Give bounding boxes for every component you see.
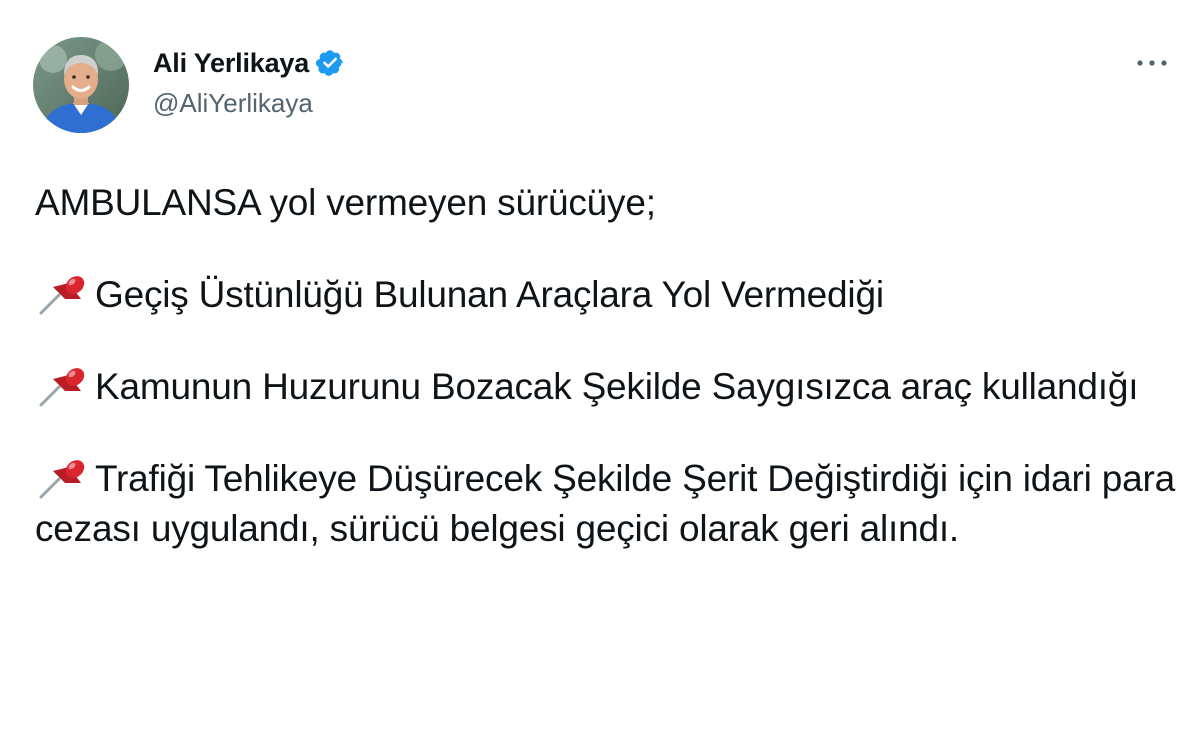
list-item: Kamunun Huzurunu Bozacak Şekilde Saygısı… [35,362,1185,412]
avatar-photo [33,37,129,133]
name-row: Ali Yerlikaya [153,46,345,80]
avatar[interactable] [33,37,129,133]
tweet-card: Ali Yerlikaya @AliYerlikaya AMBULANSA yo… [0,0,1200,753]
more-options-icon[interactable] [1132,48,1172,78]
display-name[interactable]: Ali Yerlikaya [153,48,309,79]
list-item: Trafiği Tehlikeye Düşürecek Şekilde Şeri… [35,454,1185,554]
tweet-intro: AMBULANSA yol vermeyen sürücüye; [35,182,656,223]
verified-badge-icon [315,48,345,78]
author-info: Ali Yerlikaya @AliYerlikaya [153,46,345,119]
list-item: Geçiş Üstünlüğü Bulunan Araçlara Yol Ver… [35,270,1185,320]
pushpin-icon [35,273,95,317]
tweet-text: AMBULANSA yol vermeyen sürücüye; Geçiş Ü… [35,178,1185,554]
pushpin-icon [35,457,95,501]
list-item-text: Trafiği Tehlikeye Düşürecek Şekilde Şeri… [35,458,1176,549]
handle[interactable]: @AliYerlikaya [153,88,345,119]
list-item-text: Geçiş Üstünlüğü Bulunan Araçlara Yol Ver… [95,274,884,315]
pushpin-icon [35,365,95,409]
list-item-text: Kamunun Huzurunu Bozacak Şekilde Saygısı… [95,366,1139,407]
